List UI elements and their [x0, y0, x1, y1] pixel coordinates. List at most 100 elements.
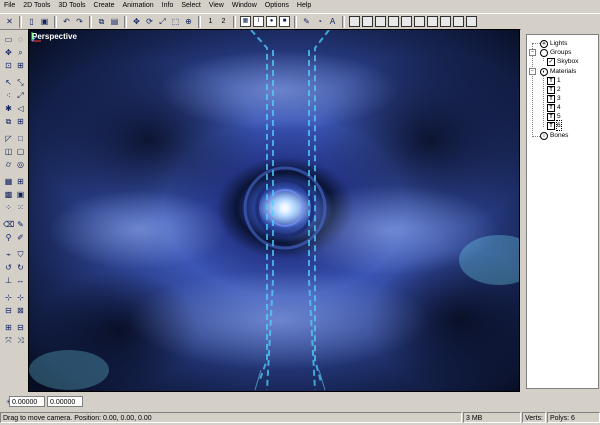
checkbox-checked-icon[interactable]: ✓ — [547, 57, 555, 66]
view-2-button[interactable]: 2 — [218, 16, 229, 27]
menu-animation[interactable]: Animation — [119, 0, 158, 12]
pointer-icon[interactable]: ↖ — [3, 77, 14, 88]
pin-icon[interactable]: ⚲ — [3, 232, 14, 243]
collapse-icon[interactable]: − — [529, 49, 536, 56]
save-icon[interactable]: ▣ — [39, 16, 50, 27]
menu-file[interactable]: File — [0, 0, 19, 12]
zoom-region-icon[interactable]: ⊞ — [15, 60, 26, 71]
tree-item-material-6[interactable]: T 6 — [547, 120, 562, 131]
layout-triple-icon[interactable] — [453, 16, 464, 27]
layout-wide-icon[interactable] — [414, 16, 425, 27]
picker-icon[interactable]: ✎ — [301, 16, 312, 27]
layout-vertical-icon[interactable] — [401, 16, 412, 27]
scatter-icon[interactable]: ⁖ — [3, 90, 14, 101]
sphere-tool-icon[interactable]: ◎ — [15, 159, 26, 170]
zoom-fit-icon[interactable]: ⊡ — [3, 60, 14, 71]
menu-select[interactable]: Select — [177, 0, 204, 12]
layout-left-icon[interactable] — [427, 16, 438, 27]
square-icon[interactable]: □ — [15, 133, 26, 144]
magnify-icon[interactable]: ⌕ — [15, 47, 26, 58]
tree-item-lights[interactable]: ✳ Lights — [540, 39, 567, 48]
menu-help[interactable]: Help — [293, 0, 315, 12]
flip-icon[interactable]: ⤧ — [3, 335, 14, 346]
arrow-select-icon[interactable]: ◁ — [15, 103, 26, 114]
cube-icon[interactable]: ■ — [279, 16, 290, 27]
mesh-quad-icon[interactable]: ⊞ — [15, 176, 26, 187]
lasso-icon[interactable]: ◌ — [15, 34, 26, 45]
move-tool-icon[interactable]: ✥ — [3, 47, 14, 58]
rotate-icon[interactable]: ⟳ — [144, 16, 155, 27]
vertex-icon[interactable]: ⁘ — [3, 202, 14, 213]
frame-icon[interactable]: ⬚ — [170, 16, 181, 27]
menu-2d-tools[interactable]: 2D Tools — [19, 0, 54, 12]
cylinder-icon[interactable]: ⌭ — [3, 159, 14, 170]
grid-icon[interactable]: ▦ — [240, 16, 251, 27]
tree-item-material-3[interactable]: T 3 — [547, 94, 561, 103]
mesh-grid-icon[interactable]: ▦ — [3, 176, 14, 187]
sphere-icon[interactable]: ● — [266, 16, 277, 27]
zoom-icon[interactable]: ⊕ — [183, 16, 194, 27]
layout-split-icon[interactable] — [362, 16, 373, 27]
undo-icon[interactable]: ↶ — [61, 16, 72, 27]
coord-x-field[interactable]: 0.00000 — [9, 396, 45, 407]
close-icon[interactable]: ✕ — [4, 16, 15, 27]
tree-item-material-5[interactable]: T 5 — [547, 112, 561, 121]
tree-item-bones[interactable]: ○ Bones — [540, 131, 568, 140]
tree-item-material-4[interactable]: T 4 — [547, 103, 561, 112]
scale-icon[interactable]: ⤢ — [157, 16, 168, 27]
paint-icon[interactable]: ✐ — [15, 232, 26, 243]
collapse-icon[interactable]: − — [529, 68, 536, 75]
star-icon[interactable]: ✱ — [3, 103, 14, 114]
knife-icon[interactable]: ⌁ — [3, 249, 14, 260]
align-icon[interactable]: ⊟ — [3, 305, 14, 316]
cube-tool-icon[interactable]: ◫ — [3, 146, 14, 157]
redo-icon[interactable]: ↷ — [74, 16, 85, 27]
layout-right-icon[interactable] — [440, 16, 451, 27]
tree-item-materials[interactable]: ◐ Materials — [540, 67, 576, 76]
scene-tree[interactable]: ✳ Lights − Groups ✓ Skybox − ◐ Materials… — [526, 34, 599, 389]
link-icon[interactable]: ⤡ — [15, 77, 26, 88]
move-icon[interactable]: ✥ — [131, 16, 142, 27]
box-icon[interactable]: ▢ — [15, 146, 26, 157]
coord-y-field[interactable]: 0.00000 — [47, 396, 83, 407]
perspective-viewport[interactable]: Perspective — [28, 29, 520, 392]
menu-3d-tools[interactable]: 3D Tools — [54, 0, 89, 12]
font-icon[interactable]: A — [327, 16, 338, 27]
tree-item-material-2[interactable]: T 2 — [547, 85, 561, 94]
align-center-icon[interactable]: ⊠ — [15, 305, 26, 316]
snap-grid-icon[interactable]: ⊹ — [15, 292, 26, 303]
stretch-icon[interactable]: ↔ — [15, 275, 26, 286]
snap-icon[interactable]: ⊹ — [3, 292, 14, 303]
layout-single-icon[interactable] — [349, 16, 360, 27]
view-1-button[interactable]: 1 — [205, 16, 216, 27]
fill-icon[interactable]: ◔ — [314, 16, 325, 27]
menu-info[interactable]: Info — [158, 0, 178, 12]
mesh-box-icon[interactable]: ▣ — [15, 189, 26, 200]
tree-item-groups[interactable]: Groups — [540, 48, 571, 57]
vertex-link-icon[interactable]: ⁙ — [15, 202, 26, 213]
menu-create[interactable]: Create — [90, 0, 119, 12]
menu-options[interactable]: Options — [261, 0, 293, 12]
grid-tool-icon[interactable]: ⊞ — [15, 116, 26, 127]
eraser-icon[interactable]: ⌫ — [3, 219, 14, 230]
select-rect-icon[interactable]: ▭ — [3, 34, 14, 45]
rotate-left-icon[interactable]: ↺ — [3, 262, 14, 273]
weld-icon[interactable]: ⊞ — [3, 322, 14, 333]
text-icon[interactable]: I — [253, 16, 264, 27]
scale-tool-icon[interactable]: ⤢ — [15, 90, 26, 101]
copy-icon[interactable]: ⧉ — [96, 16, 107, 27]
mirror-icon[interactable]: ⤨ — [15, 335, 26, 346]
new-icon[interactable]: ▯ — [26, 16, 37, 27]
menu-view[interactable]: View — [205, 0, 228, 12]
menu-window[interactable]: Window — [228, 0, 261, 12]
mesh-dense-icon[interactable]: ▩ — [3, 189, 14, 200]
layout-extra-icon[interactable] — [466, 16, 477, 27]
pencil-icon[interactable]: ✎ — [15, 219, 26, 230]
bucket-icon[interactable]: ⛉ — [15, 249, 26, 260]
tree-item-skybox[interactable]: ✓ Skybox — [547, 57, 578, 66]
rotate-right-icon[interactable]: ↻ — [15, 262, 26, 273]
tree-item-material-1[interactable]: T 1 — [547, 76, 561, 85]
split-icon[interactable]: ⊟ — [15, 322, 26, 333]
layout-horizontal-icon[interactable] — [388, 16, 399, 27]
paste-icon[interactable]: ▤ — [109, 16, 120, 27]
